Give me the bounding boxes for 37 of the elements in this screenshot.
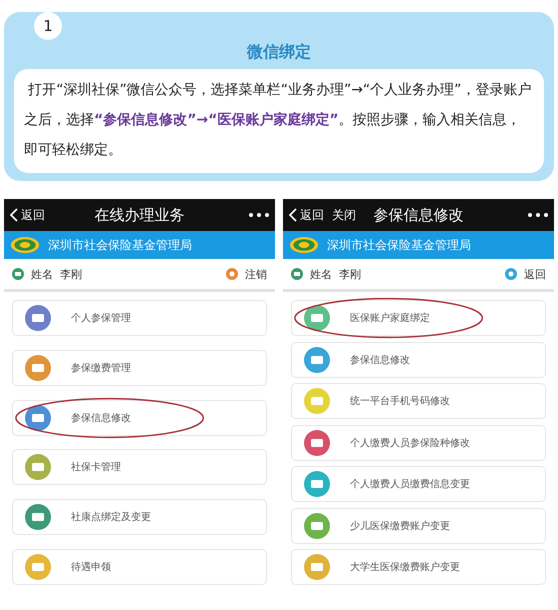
logo-icon <box>10 236 40 254</box>
org-name: 深圳市社会保险基金管理局 <box>48 236 192 254</box>
step-number: 1 <box>34 12 62 40</box>
menu-item[interactable]: 少儿医保缴费账户变更 <box>291 508 546 544</box>
user-name: 李刚 <box>60 266 82 282</box>
menu-item[interactable]: 参保信息修改 <box>12 400 267 436</box>
menu-item[interactable]: 个人缴费人员缴费信息变更 <box>291 466 546 502</box>
menu-item[interactable]: 参保缴费管理 <box>12 350 267 386</box>
card-title: 微信绑定 <box>246 42 312 63</box>
close-link[interactable]: 关闭 <box>332 206 356 224</box>
back-link[interactable]: 返回 <box>289 206 324 224</box>
screen-title: 在线办理业务 <box>94 206 184 224</box>
back-chevron-icon <box>289 208 297 222</box>
menu-item[interactable]: 参保信息修改 <box>291 342 546 378</box>
back-chevron-icon <box>10 208 18 222</box>
name-label: 姓名 <box>31 266 53 282</box>
user-icon <box>291 268 303 280</box>
menu-item[interactable]: 大学生医保缴费账户变更 <box>291 549 546 585</box>
org-name: 深圳市社会保险基金管理局 <box>327 236 471 254</box>
action-link[interactable]: 注销 <box>245 266 267 282</box>
user-icon <box>12 268 24 280</box>
menu-item[interactable]: 社康点绑定及变更 <box>12 499 267 536</box>
menu-item[interactable]: 个人参保管理 <box>12 300 267 336</box>
back-link[interactable]: 返回 <box>10 206 45 224</box>
more-icon[interactable] <box>249 213 269 217</box>
menu-item[interactable]: 统一平台手机号码修改 <box>291 383 546 419</box>
more-icon[interactable] <box>528 213 548 217</box>
user-name: 李刚 <box>339 266 361 282</box>
menu-item[interactable]: 医保账户家庭绑定 <box>291 300 546 336</box>
menu-item[interactable]: 个人缴费人员参保险种修改 <box>291 424 546 460</box>
name-label: 姓名 <box>310 266 332 282</box>
menu-item[interactable]: 待遇申领 <box>12 548 267 585</box>
instruction-text: 打开“深圳社保”微信公众号，选择菜单栏“业务办理”→“个人业务办理”，登录账户之后，选择“参保信息修改”→“医保账户家庭绑定”。按照步骤，输入相关信息，即可轻松绑定。 <box>24 81 532 160</box>
action-link[interactable]: 返回 <box>524 266 546 282</box>
logo-icon <box>289 236 319 254</box>
screen-title: 参保信息修改 <box>374 206 464 224</box>
menu-item[interactable]: 社保卡管理 <box>12 449 267 486</box>
